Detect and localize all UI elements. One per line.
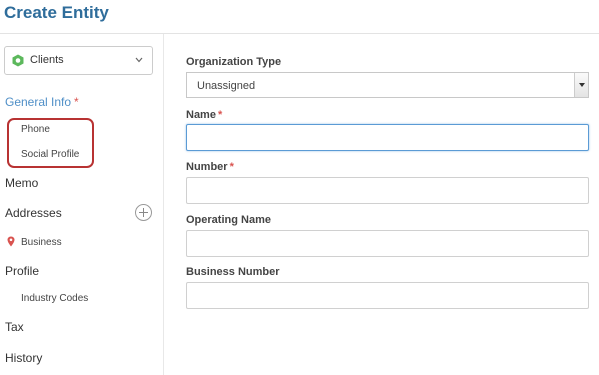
entity-type-label: Clients [30, 54, 64, 66]
clients-icon [12, 54, 24, 67]
name-label-text: Name [186, 109, 216, 121]
operating-name-input[interactable] [186, 230, 589, 257]
chevron-down-icon [135, 57, 143, 63]
select-arrow-button[interactable] [574, 73, 588, 97]
header-divider [0, 33, 599, 34]
nav-industry-codes[interactable]: Industry Codes [21, 293, 88, 304]
nav-general-info-label: General Info [5, 95, 72, 109]
sidebar-divider [163, 34, 164, 375]
nav-phone[interactable]: Phone [21, 124, 50, 135]
business-number-input[interactable] [186, 282, 589, 309]
required-marker: * [217, 109, 223, 121]
required-marker: * [229, 161, 234, 173]
nav-general-info[interactable]: General Info * [5, 95, 79, 109]
map-pin-icon [7, 236, 15, 247]
organization-type-value: Unassigned [197, 80, 256, 92]
number-label-text: Number [186, 161, 228, 173]
required-marker: * [74, 95, 79, 109]
entity-type-select[interactable]: Clients [4, 46, 153, 75]
organization-type-label: Organization Type [186, 56, 282, 68]
organization-type-select[interactable]: Unassigned [186, 72, 589, 98]
number-label: Number * [186, 161, 234, 173]
add-address-button[interactable] [135, 204, 152, 221]
nav-business-address[interactable]: Business [21, 237, 62, 248]
nav-history[interactable]: History [5, 351, 42, 365]
business-number-label: Business Number [186, 266, 280, 278]
operating-name-label: Operating Name [186, 214, 271, 226]
nav-memo[interactable]: Memo [5, 176, 38, 190]
page-title: Create Entity [4, 3, 109, 22]
name-label: Name * [186, 109, 222, 121]
name-input[interactable] [186, 124, 589, 151]
nav-addresses[interactable]: Addresses [5, 206, 62, 220]
number-input[interactable] [186, 177, 589, 204]
nav-profile[interactable]: Profile [5, 264, 39, 278]
chevron-down-icon [579, 83, 585, 87]
nav-tax[interactable]: Tax [5, 320, 24, 334]
nav-social-profile[interactable]: Social Profile [21, 149, 79, 160]
